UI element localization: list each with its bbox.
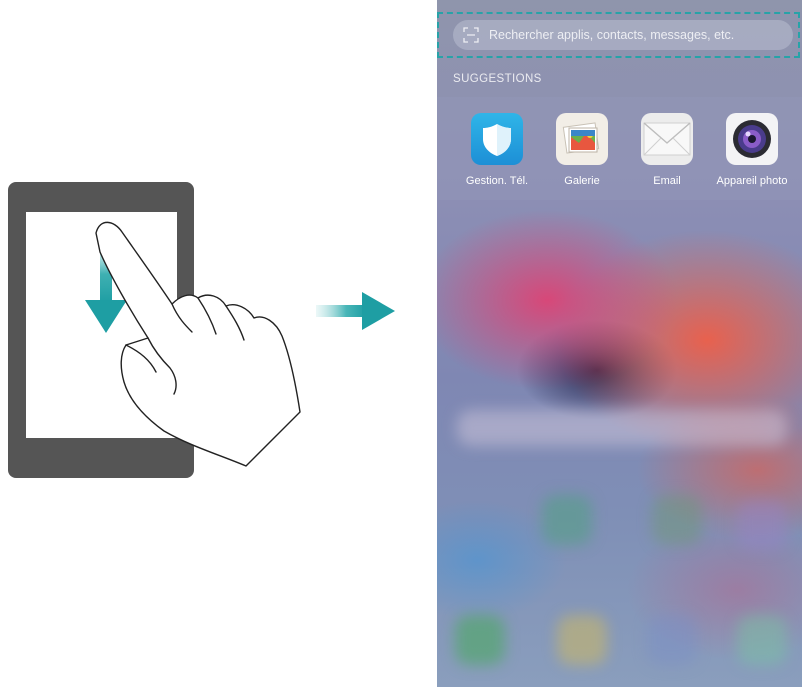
gallery-icon <box>556 113 608 165</box>
swipe-down-illustration <box>0 0 420 687</box>
suggested-app-gallery[interactable]: Galerie <box>542 113 622 187</box>
app-label: Appareil photo <box>716 175 788 187</box>
envelope-icon <box>641 113 693 165</box>
scan-icon[interactable] <box>463 27 479 43</box>
camera-icon <box>726 113 778 165</box>
blurred-dock-icon <box>557 615 607 665</box>
global-search-bar[interactable]: Rechercher applis, contacts, messages, e… <box>453 20 793 50</box>
blurred-dock-icon <box>737 615 787 665</box>
blurred-widget <box>457 410 787 446</box>
blurred-dock-icon <box>647 615 697 665</box>
suggested-app-phone-manager[interactable]: Gestion. Tél. <box>457 113 537 187</box>
shield-icon <box>471 113 523 165</box>
suggested-app-email[interactable]: Email <box>627 113 707 187</box>
search-input[interactable]: Rechercher applis, contacts, messages, e… <box>489 28 734 42</box>
blurred-dock-icon <box>455 615 505 665</box>
blurred-app-icon <box>652 495 702 545</box>
suggestions-title: SUGGESTIONS <box>453 73 542 85</box>
suggested-app-camera[interactable]: Appareil photo <box>712 113 792 187</box>
transition-arrow-icon <box>316 292 395 330</box>
phone-screen: Rechercher applis, contacts, messages, e… <box>437 0 802 687</box>
app-label: Gestion. Tél. <box>465 175 529 187</box>
app-label: Galerie <box>564 175 600 187</box>
blurred-app-icon <box>542 495 592 545</box>
blurred-app-icon <box>737 500 787 550</box>
app-label: Email <box>653 175 681 187</box>
